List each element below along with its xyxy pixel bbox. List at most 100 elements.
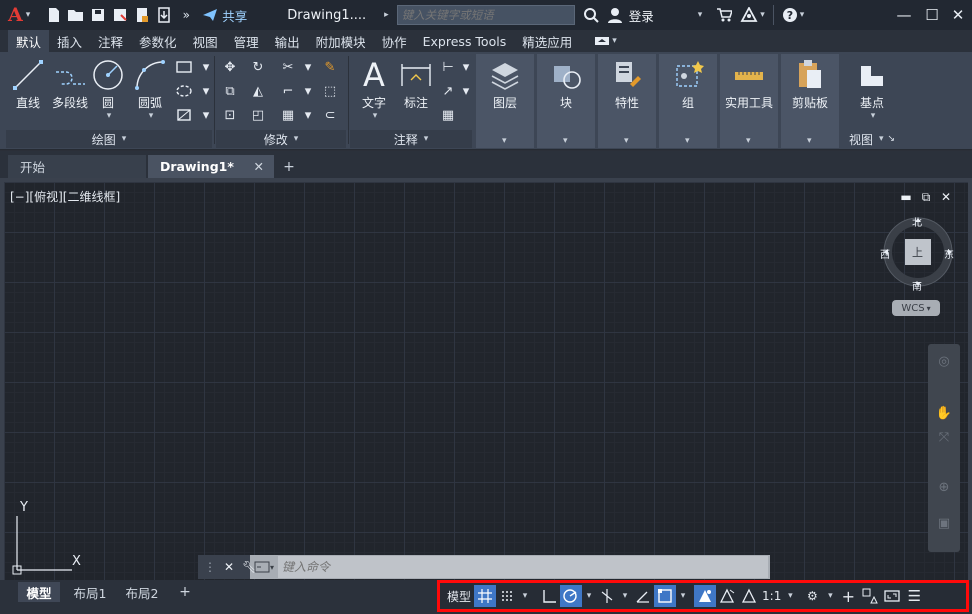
isodraft-icon[interactable]	[596, 585, 618, 607]
circle-dropdown-icon[interactable]: ▾	[107, 111, 112, 121]
rectangle-icon[interactable]	[174, 58, 194, 76]
open-file-icon[interactable]	[66, 4, 86, 26]
fillet-icon[interactable]: ⌐	[278, 82, 298, 100]
view-group-label[interactable]: 视图 ▾ ↘	[842, 130, 902, 148]
stretch-icon[interactable]: ⊡	[220, 106, 240, 124]
clipboard-expand-icon[interactable]: ▾	[807, 136, 812, 146]
cart-icon[interactable]	[714, 4, 734, 26]
layers-panel[interactable]: 图层 ▾	[476, 54, 534, 148]
properties-panel[interactable]: 特性 ▾	[598, 54, 656, 148]
groups-expand-icon[interactable]: ▾	[685, 136, 690, 146]
hatch-dropdown-icon[interactable]: ▾	[196, 82, 216, 100]
viewport-minimize-icon[interactable]: ▬	[898, 190, 914, 204]
viewport-restore-icon[interactable]: ⧉	[918, 190, 934, 204]
workspace-dropdown-icon[interactable]: ▾	[823, 585, 837, 607]
groups-panel[interactable]: 组 ▾	[659, 54, 717, 148]
annotation-scale-button[interactable]: 1:1	[760, 585, 783, 607]
copy-icon[interactable]: ⧉	[220, 82, 240, 100]
linear-dimension-icon[interactable]: ⊢	[438, 58, 458, 76]
compass-south[interactable]: 南	[912, 278, 922, 293]
drag-handle-icon[interactable]: ⋮	[204, 560, 216, 574]
utilities-panel[interactable]: 实用工具 ▾	[720, 54, 778, 148]
hatch-icon[interactable]	[174, 82, 194, 100]
table-icon[interactable]: ▦	[438, 106, 458, 124]
steering-wheel-icon[interactable]: ◎	[934, 352, 954, 370]
leader-dropdown-icon[interactable]: ▾	[456, 82, 476, 100]
new-file-icon[interactable]	[44, 4, 64, 26]
isodraft-dropdown-icon[interactable]: ▾	[618, 585, 632, 607]
search-input[interactable]	[396, 5, 575, 25]
viewport-controls-label[interactable]: [−][俯视][二维线框]	[10, 188, 120, 205]
polar-dropdown-icon[interactable]: ▾	[582, 585, 596, 607]
annotation-visibility-icon[interactable]	[694, 585, 717, 607]
block-expand-icon[interactable]: ▾	[563, 136, 568, 146]
utilities-expand-icon[interactable]: ▾	[746, 136, 751, 146]
chevron-right-icon[interactable]: ▸	[384, 10, 389, 20]
tab-start[interactable]: 开始	[8, 155, 146, 178]
wcs-menu[interactable]: WCS ▾	[892, 300, 940, 316]
viewcube[interactable]: 北 南 东 西 上	[878, 212, 962, 296]
modify-group-label[interactable]: 修改 ▾	[216, 130, 346, 148]
tab-manage[interactable]: 管理	[226, 30, 267, 52]
tab-layout1[interactable]: 布局1	[68, 582, 112, 602]
clean-screen-icon[interactable]	[881, 585, 903, 607]
compass-north[interactable]: 北	[912, 214, 922, 229]
dimension-dropdown-icon[interactable]: ▾	[456, 58, 476, 76]
showmotion-icon[interactable]: ▣	[934, 514, 954, 532]
snap-dropdown-icon[interactable]: ▾	[518, 585, 532, 607]
base-view-button[interactable]: 基点 ▾	[846, 58, 898, 121]
auto-scale-icon[interactable]	[716, 585, 738, 607]
annotation-monitor-icon[interactable]: +	[837, 585, 859, 607]
model-space-button[interactable]: 模型	[444, 585, 474, 607]
block-panel[interactable]: 块 ▾	[537, 54, 595, 148]
line-button[interactable]: 直线	[10, 58, 46, 111]
tab-featured-apps[interactable]: 精选应用	[514, 30, 580, 52]
draw-expand-icon[interactable]: ▾	[122, 134, 127, 144]
tab-layout2[interactable]: 布局2	[120, 582, 164, 602]
arc-button[interactable]: 圆弧 ▾	[130, 58, 170, 121]
annotation-scale-icon[interactable]	[738, 585, 760, 607]
tab-collaborate[interactable]: 协作	[374, 30, 415, 52]
rectangle-dropdown-icon[interactable]: ▾	[196, 58, 216, 76]
save-as-icon[interactable]	[110, 4, 130, 26]
zoom-extents-icon[interactable]: ⤧	[934, 428, 954, 446]
plot-icon[interactable]	[132, 4, 152, 26]
publish-icon[interactable]	[154, 4, 174, 26]
circle-button[interactable]: 圆 ▾	[90, 58, 126, 121]
pan-icon[interactable]: ✋	[934, 404, 954, 422]
gradient-icon[interactable]	[174, 106, 194, 124]
explode-icon[interactable]: ⬚	[320, 82, 340, 100]
viewcube-top-face[interactable]: 上	[912, 244, 923, 260]
tab-output[interactable]: 输出	[267, 30, 308, 52]
text-button[interactable]: A 文字 ▾	[354, 58, 394, 121]
rotate-icon[interactable]: ↻	[248, 58, 268, 76]
share-button[interactable]: 共享	[202, 6, 247, 25]
mirror-icon[interactable]: ◭	[248, 82, 268, 100]
offset-icon[interactable]: ⊂	[320, 106, 340, 124]
view-expand-icon[interactable]: ▾	[879, 134, 884, 144]
minimize-icon[interactable]: —	[890, 0, 918, 30]
tab-parametric[interactable]: 参数化	[131, 30, 185, 52]
base-dropdown-icon[interactable]: ▾	[871, 111, 876, 121]
scale-dropdown-icon[interactable]: ▾	[783, 585, 797, 607]
grid-icon[interactable]	[474, 585, 497, 607]
isolate-objects-icon[interactable]	[859, 585, 881, 607]
close-icon[interactable]: ✕	[944, 0, 972, 30]
array-icon[interactable]: ▦	[278, 106, 298, 124]
tab-insert[interactable]: 插入	[49, 30, 90, 52]
command-input[interactable]	[278, 556, 768, 578]
tab-default[interactable]: 默认	[8, 30, 50, 52]
modify-expand-icon[interactable]: ▾	[294, 134, 299, 144]
clipboard-panel[interactable]: 剪贴板 ▾	[781, 54, 839, 148]
tab-annotate[interactable]: 注释	[90, 30, 131, 52]
object-snap-icon[interactable]	[654, 585, 677, 607]
tab-drawing1[interactable]: Drawing1* ✕	[148, 155, 274, 178]
new-tab-icon[interactable]: +	[280, 158, 298, 176]
fillet-dropdown-icon[interactable]: ▾	[298, 82, 318, 100]
ribbon-display-toggle-icon[interactable]: ▾	[586, 30, 625, 52]
dimension-button[interactable]: 标注	[396, 58, 436, 111]
annotation-group-label[interactable]: 注释 ▾	[350, 130, 472, 148]
tab-model[interactable]: 模型	[18, 582, 60, 602]
polyline-button[interactable]: 多段线	[48, 58, 92, 111]
compass-west[interactable]: 西	[880, 246, 890, 261]
